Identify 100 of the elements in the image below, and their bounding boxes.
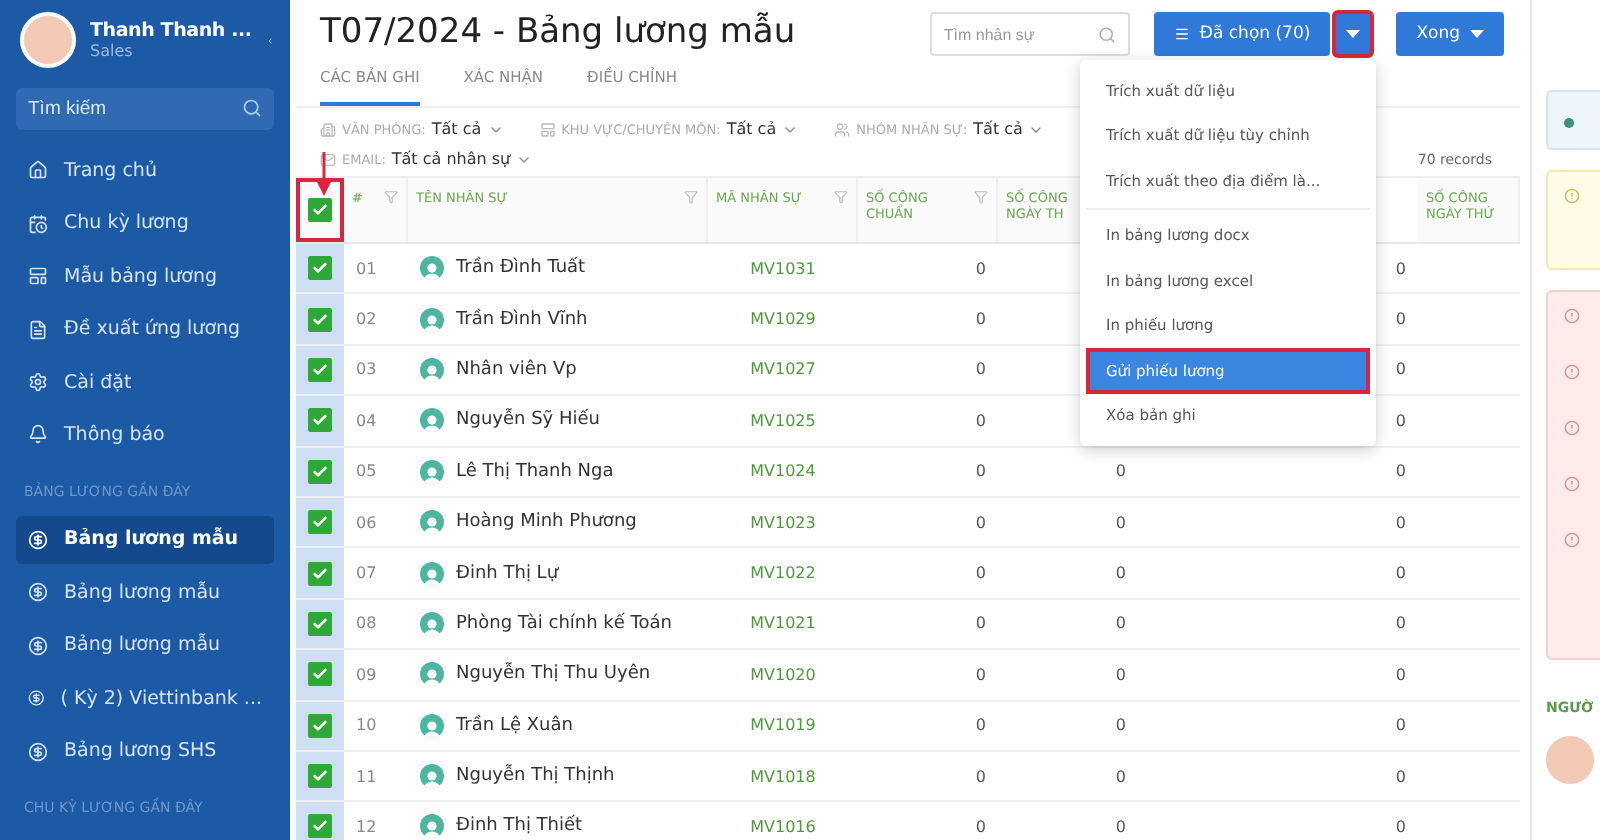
sidebar-item[interactable]: Bảng lương SHS <box>16 727 274 776</box>
row-number: 02 <box>354 308 379 333</box>
row-checkbox[interactable] <box>308 814 332 839</box>
check-icon <box>312 615 328 632</box>
row-checkbox[interactable] <box>308 662 332 687</box>
check-icon <box>312 361 328 378</box>
employee-code: MV1021 <box>748 612 818 637</box>
nav-icon <box>28 160 48 181</box>
user-name: Thanh Thanh ... <box>90 20 252 42</box>
sidebar-item[interactable]: Trang chủ <box>16 145 274 195</box>
table-cell: 0 <box>975 817 986 836</box>
alert-icon <box>1564 188 1580 204</box>
person-avatar <box>420 256 444 281</box>
sidebar-item[interactable]: ( Kỳ 2) Viettinbank ... <box>16 674 274 723</box>
table-cell: 0 <box>1115 564 1126 583</box>
employee-code: MV1016 <box>748 815 818 840</box>
user-avatar <box>1546 736 1594 784</box>
nav-icon <box>28 266 48 287</box>
sidebar-item[interactable]: Bảng lương mẫu <box>16 568 274 618</box>
nav-icon <box>28 424 48 445</box>
nav-icon <box>28 372 48 392</box>
row-number: 09 <box>354 663 379 688</box>
sidebar-item[interactable]: Mẫu bảng lương <box>16 251 274 301</box>
check-icon <box>312 412 328 429</box>
row-number: 06 <box>354 511 379 536</box>
employee-name: Nhân viên Vp <box>456 359 577 380</box>
check-icon <box>312 818 328 835</box>
dollar-icon <box>28 529 48 550</box>
done-button[interactable]: Xong <box>1396 12 1504 56</box>
table-cell: 0 <box>1395 614 1406 633</box>
row-checkbox[interactable] <box>308 611 332 636</box>
row-checkbox[interactable] <box>308 408 332 433</box>
alert-icon <box>1564 476 1580 492</box>
person-avatar <box>420 611 444 636</box>
employee-name: Đinh Thị Lự <box>456 563 559 584</box>
row-checkbox[interactable] <box>308 459 332 484</box>
employee-code: MV1025 <box>748 409 818 434</box>
table-cell: 0 <box>1395 259 1406 278</box>
filter-value: Tất cả <box>726 120 777 138</box>
caret-icon <box>1346 29 1361 39</box>
employee-code: MV1031 <box>748 257 818 282</box>
check-icon <box>312 565 328 582</box>
sidebar-search-field[interactable]: Tìm kiếm <box>16 88 274 130</box>
search-field[interactable]: Tìm nhân sự <box>943 14 1098 54</box>
table-cell: 0 <box>975 360 986 379</box>
row-number: 10 <box>354 714 379 739</box>
row-checkbox[interactable] <box>308 256 332 281</box>
person-avatar <box>420 357 444 382</box>
sidebar-search-field[interactable]: Tìm kiếm <box>28 88 242 130</box>
annotation-arrow <box>316 152 332 196</box>
table-cell: 0 <box>1395 716 1406 735</box>
row-checkbox[interactable] <box>308 561 332 586</box>
sidebar-item[interactable]: Bảng lương mẫu <box>16 621 274 671</box>
sidebar-item[interactable]: Đề xuất ứng lương <box>16 304 274 354</box>
nav-icon <box>28 213 48 234</box>
person-avatar <box>420 510 444 535</box>
employee-code: MV1024 <box>748 460 818 485</box>
row-checkbox[interactable] <box>308 764 332 789</box>
dollar-icon <box>28 741 48 762</box>
table-cell: 0 <box>1115 614 1126 633</box>
employee-code: MV1018 <box>748 765 818 790</box>
table-cell: 0 <box>1115 513 1126 532</box>
table-cell: 0 <box>975 767 986 786</box>
dollar-icon <box>28 688 45 709</box>
person-avatar <box>420 408 444 433</box>
page-title: T07/2024 - Bảng lương mẫu <box>320 10 798 52</box>
employee-name: Nguyễn Sỹ Hiếu <box>456 410 600 431</box>
select-all-checkbox[interactable] <box>308 198 332 222</box>
sidebar-item[interactable]: Thông báo <box>16 410 274 460</box>
row-checkbox[interactable] <box>308 713 332 738</box>
row-number: 12 <box>354 815 379 840</box>
table-cell: 0 <box>975 665 986 684</box>
table-cell: 0 <box>1115 767 1126 786</box>
table-cell: 0 <box>1395 767 1406 786</box>
table-cell: 0 <box>975 259 986 278</box>
row-checkbox[interactable] <box>308 510 332 535</box>
table-cell: 0 <box>1395 513 1406 532</box>
selected-button[interactable]: Đã chọn (70) <box>1153 12 1331 56</box>
user-role: Sales <box>90 42 135 60</box>
dropdown-button[interactable] <box>1334 12 1373 56</box>
sidebar-item[interactable]: Bảng lương mẫu <box>16 515 274 565</box>
nav-icon <box>28 319 48 340</box>
table-cell: 0 <box>975 716 986 735</box>
row-checkbox[interactable] <box>308 357 332 382</box>
search-icon <box>1097 25 1116 43</box>
table-cell: 0 <box>1115 462 1126 481</box>
row-number: 08 <box>354 612 379 637</box>
dollar-icon <box>28 582 48 603</box>
table-cell: 0 <box>1395 665 1406 684</box>
person-avatar <box>420 713 444 738</box>
check-icon <box>312 202 328 218</box>
employee-code: MV1029 <box>748 308 818 333</box>
row-checkbox[interactable] <box>308 307 332 332</box>
sidebar-item[interactable]: Cài đặt <box>16 357 274 407</box>
employee-name: Đinh Thị Thiết <box>456 816 583 837</box>
search-field[interactable]: Tìm nhân sự <box>929 12 1130 56</box>
user-avatar <box>20 12 76 68</box>
sidebar-item[interactable]: Chu kỳ lương <box>16 198 274 248</box>
alert-icon <box>1564 364 1580 380</box>
employee-name: Hoàng Minh Phương <box>456 512 637 533</box>
